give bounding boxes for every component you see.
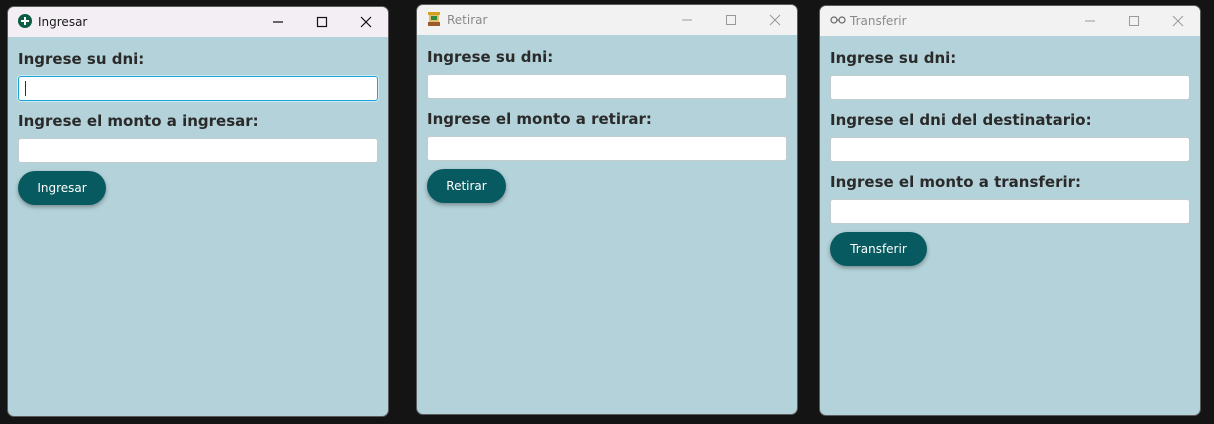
minimize-icon (1085, 20, 1095, 22)
atm-withdraw-icon (427, 12, 441, 26)
minimize-button[interactable] (256, 7, 300, 37)
transferir-button[interactable]: Transferir (830, 232, 927, 266)
dni-input[interactable] (830, 75, 1190, 100)
close-button[interactable] (753, 5, 797, 35)
title-bar[interactable]: Retirar (417, 5, 797, 35)
maximize-button[interactable] (709, 5, 753, 35)
minimize-button[interactable] (665, 5, 709, 35)
window-title: Retirar (447, 13, 488, 27)
dni-label: Ingrese su dni: (427, 48, 554, 66)
dni-input[interactable] (18, 76, 378, 101)
window-title: Transferir (850, 14, 907, 28)
transferir-window: Transferir Ingrese su dni: Ingrese el dn… (819, 5, 1201, 416)
amount-label: Ingrese el monto a ingresar: (18, 112, 259, 130)
amount-label: Ingrese el monto a transferir: (830, 173, 1082, 191)
retirar-window: Retirar Ingrese su dni: Ingrese el monto… (416, 4, 798, 415)
ingresar-window: Ingresar Ingrese su dni: Ingrese el mont… (7, 6, 389, 417)
money-transfer-icon (830, 13, 846, 27)
dni-label: Ingrese su dni: (830, 49, 957, 67)
window-title: Ingresar (38, 15, 88, 29)
maximize-icon (316, 16, 328, 28)
dni-label: Ingrese su dni: (18, 50, 145, 68)
amount-input[interactable] (18, 138, 378, 163)
close-icon (1172, 15, 1184, 27)
close-icon (360, 16, 372, 28)
recipient-dni-label: Ingrese el dni del destinatario: (830, 111, 1092, 129)
title-bar[interactable]: Transferir (820, 6, 1200, 36)
recipient-dni-input[interactable] (830, 137, 1190, 162)
dni-input[interactable] (427, 74, 787, 99)
title-bar[interactable]: Ingresar (8, 7, 388, 37)
maximize-button[interactable] (300, 7, 344, 37)
close-button[interactable] (1156, 6, 1200, 36)
minimize-icon (682, 19, 692, 21)
retirar-button[interactable]: Retirar (427, 169, 506, 203)
amount-label: Ingrese el monto a retirar: (427, 110, 652, 128)
plus-circle-icon (18, 14, 32, 28)
amount-input[interactable] (830, 199, 1190, 224)
text-caret (25, 81, 26, 96)
ingresar-button[interactable]: Ingresar (18, 171, 106, 205)
close-button[interactable] (344, 7, 388, 37)
maximize-icon (1129, 16, 1139, 26)
maximize-icon (726, 15, 736, 25)
minimize-icon (273, 21, 283, 23)
amount-input[interactable] (427, 136, 787, 161)
close-icon (769, 14, 781, 26)
minimize-button[interactable] (1068, 6, 1112, 36)
maximize-button[interactable] (1112, 6, 1156, 36)
